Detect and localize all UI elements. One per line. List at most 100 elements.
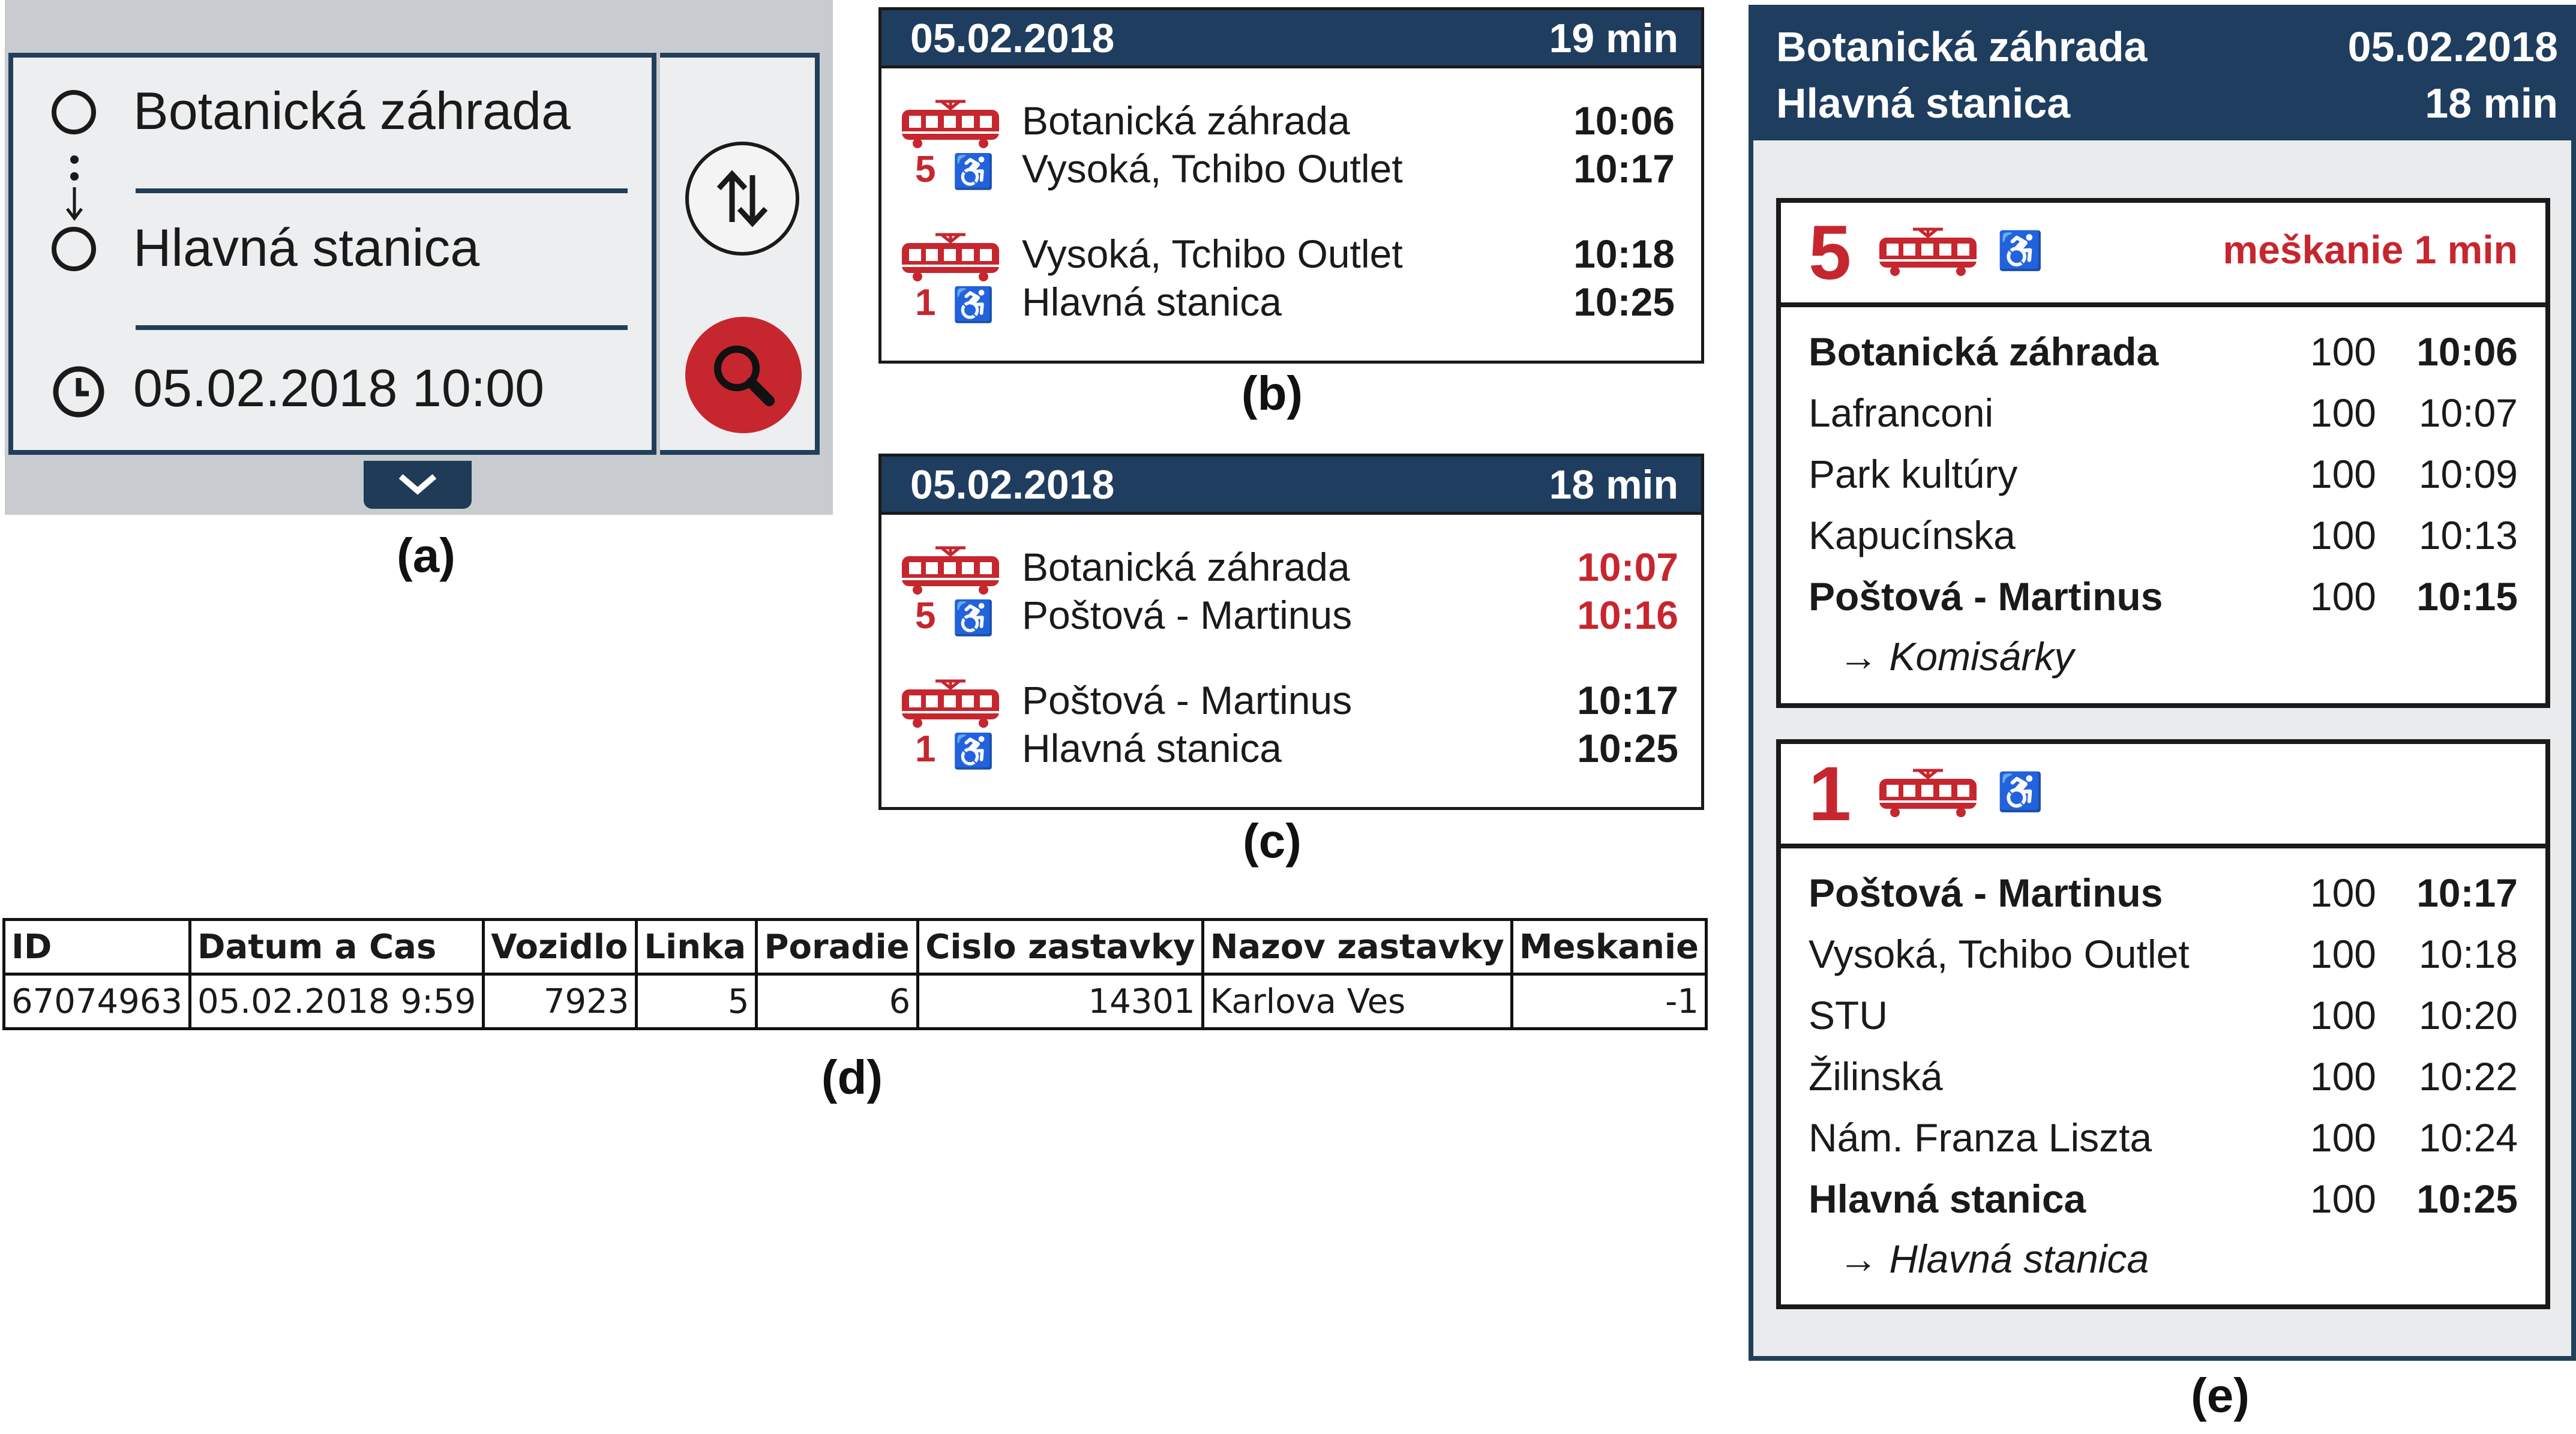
column-header: Vozidlo [482, 918, 638, 976]
trip-card-b[interactable]: 05.02.2018 19 min 5 ♿ Botanická záhrada … [878, 7, 1704, 364]
stop-name: Poštová - Martinus [1809, 574, 2163, 619]
swap-icon [716, 170, 768, 227]
stop-time: 10:24 [2418, 1115, 2518, 1160]
wheelchair-icon: ♿ [952, 732, 994, 770]
wheelchair-icon: ♿ [952, 286, 994, 323]
wheelchair-icon: ♿ [1997, 772, 2044, 813]
leg-from: Vysoká, Tchibo Outlet [1022, 232, 1403, 276]
wheelchair-icon: ♿ [952, 599, 994, 637]
datetime-field[interactable]: 05.02.2018 10:00 [133, 358, 544, 419]
stop-code: 100 [2310, 574, 2376, 619]
tram-icon [899, 545, 1001, 596]
stop-code: 100 [2310, 932, 2376, 976]
stop-row: Botanická záhrada 100 10:06 [1809, 329, 2518, 389]
trip-duration: 19 min [1549, 16, 1678, 61]
leg-to: Hlavná stanica [1022, 280, 1282, 324]
swap-button[interactable] [685, 142, 799, 256]
stop-time: 10:17 [2416, 871, 2518, 915]
stop-name: Žilinská [1809, 1054, 1943, 1099]
stop-row: Poštová - Martinus 100 10:15 [1809, 574, 2518, 634]
stop-row: Vysoká, Tchibo Outlet 100 10:18 [1809, 931, 2518, 991]
leg-detail-header: 1 ♿ [1781, 744, 2545, 848]
stop-name: Botanická záhrada [1809, 329, 2159, 374]
origin-field[interactable]: Botanická záhrada [133, 80, 571, 142]
trip-to: Hlavná stanica [1776, 80, 2071, 127]
tram-icon [899, 679, 1001, 729]
stop-time: 10:13 [2418, 513, 2518, 557]
chevron-down-icon [398, 474, 437, 495]
stop-time: 10:20 [2418, 993, 2518, 1037]
stop-time: 10:25 [2416, 1177, 2518, 1221]
trip-card-header: 05.02.2018 19 min [881, 10, 1701, 68]
table-row: 67074963 05.02.2018 9:59 7923 5 6 14301 … [2, 973, 1708, 1030]
stop-row: Žilinská 100 10:22 [1809, 1054, 2518, 1114]
leg-from: Poštová - Martinus [1022, 678, 1353, 722]
stop-row: Park kultúry 100 10:09 [1809, 451, 2518, 511]
stop-name: Kapucínska [1809, 513, 2016, 557]
column-header: Cislo zastavky [916, 918, 1204, 976]
search-fields-box: Botanická záhrada Hlavná stanica 05.02.2… [8, 53, 656, 455]
stop-time: 10:18 [2418, 932, 2518, 976]
trip-detail-header: Botanická záhrada Hlavná stanica 05.02.2… [1749, 5, 2576, 140]
search-button[interactable] [685, 317, 802, 433]
caption-b: (b) [1241, 367, 1303, 420]
leg-detail-card: 5 ♿ meškanie 1 min Botanická záhrada 100… [1776, 198, 2550, 708]
tram-icon [899, 232, 1001, 283]
stop-row: Hlavná stanica 100 10:25 [1809, 1176, 2518, 1236]
clock-icon [53, 366, 104, 418]
stop-code: 100 [2310, 1054, 2376, 1099]
leg-direction: → Hlavná stanica [1839, 1237, 2149, 1281]
leg-to: Hlavná stanica [1022, 726, 1282, 770]
leg-arrival-delayed: 10:16 [1577, 593, 1678, 637]
leg-departure: 10:18 [1573, 232, 1675, 276]
stop-code: 100 [2310, 452, 2376, 496]
origin-circle-icon [52, 90, 96, 134]
tram-icon [1877, 227, 1979, 277]
trip-date: 05.02.2018 [910, 462, 1115, 508]
caption-e: (e) [2191, 1369, 2250, 1422]
stop-code: 100 [2310, 513, 2376, 557]
wheelchair-icon: ♿ [952, 152, 994, 190]
leg-line-number: 5 [915, 149, 936, 190]
stop-time: 10:06 [2416, 329, 2518, 374]
leg-from: Botanická záhrada [1022, 98, 1350, 143]
destination-field[interactable]: Hlavná stanica [133, 217, 479, 278]
search-icon [714, 346, 775, 406]
delay-label: meškanie 1 min [2223, 227, 2518, 272]
route-dots-icon [66, 155, 83, 221]
trip-from: Botanická záhrada [1776, 23, 2148, 70]
table-cell: 7923 [482, 973, 638, 1030]
origin-underline [136, 188, 628, 193]
column-header: Datum a Cas [188, 918, 485, 976]
wheelchair-icon: ♿ [1997, 230, 2044, 272]
leg-to: Poštová - Martinus [1022, 593, 1353, 637]
table-cell: Karlova Ves [1201, 973, 1513, 1030]
leg-line-number: 1 [915, 728, 936, 770]
column-header: Meskanie [1510, 918, 1708, 976]
table-header-row: ID Datum a Cas Vozidlo Linka Poradie Cis… [2, 918, 1708, 976]
stop-time: 10:07 [2418, 391, 2518, 435]
stop-code: 100 [2310, 329, 2376, 374]
column-header: Linka [635, 918, 758, 976]
delay-data-table: ID Datum a Cas Vozidlo Linka Poradie Cis… [2, 918, 1708, 1030]
tram-icon [1877, 768, 1979, 818]
trip-card-c[interactable]: 05.02.2018 18 min 5 ♿ Botanická záhrada … [878, 454, 1704, 810]
trip-card-header: 05.02.2018 18 min [881, 457, 1701, 515]
table-cell: -1 [1510, 973, 1708, 1030]
leg-detail-card: 1 ♿ Poštová - Martinus 100 10:17 Vysoká,… [1776, 739, 2550, 1309]
caption-c: (c) [1243, 814, 1302, 868]
leg-departure-delayed: 10:07 [1577, 545, 1678, 589]
stop-code: 100 [2310, 1177, 2376, 1221]
leg-line-number: 5 [915, 595, 936, 637]
tram-icon [899, 99, 1001, 149]
column-header: Poradie [755, 918, 920, 976]
leg-line-number: 1 [1809, 751, 1852, 837]
table-cell: 05.02.2018 9:59 [188, 973, 485, 1030]
trip-date: 05.02.2018 [910, 16, 1115, 61]
caption-d: (d) [821, 1051, 883, 1104]
table-cell: 5 [635, 973, 758, 1030]
stop-code: 100 [2310, 391, 2376, 435]
stop-time: 10:15 [2416, 574, 2518, 619]
stop-row: Kapucínska 100 10:13 [1809, 512, 2518, 572]
expand-button[interactable] [364, 461, 472, 509]
